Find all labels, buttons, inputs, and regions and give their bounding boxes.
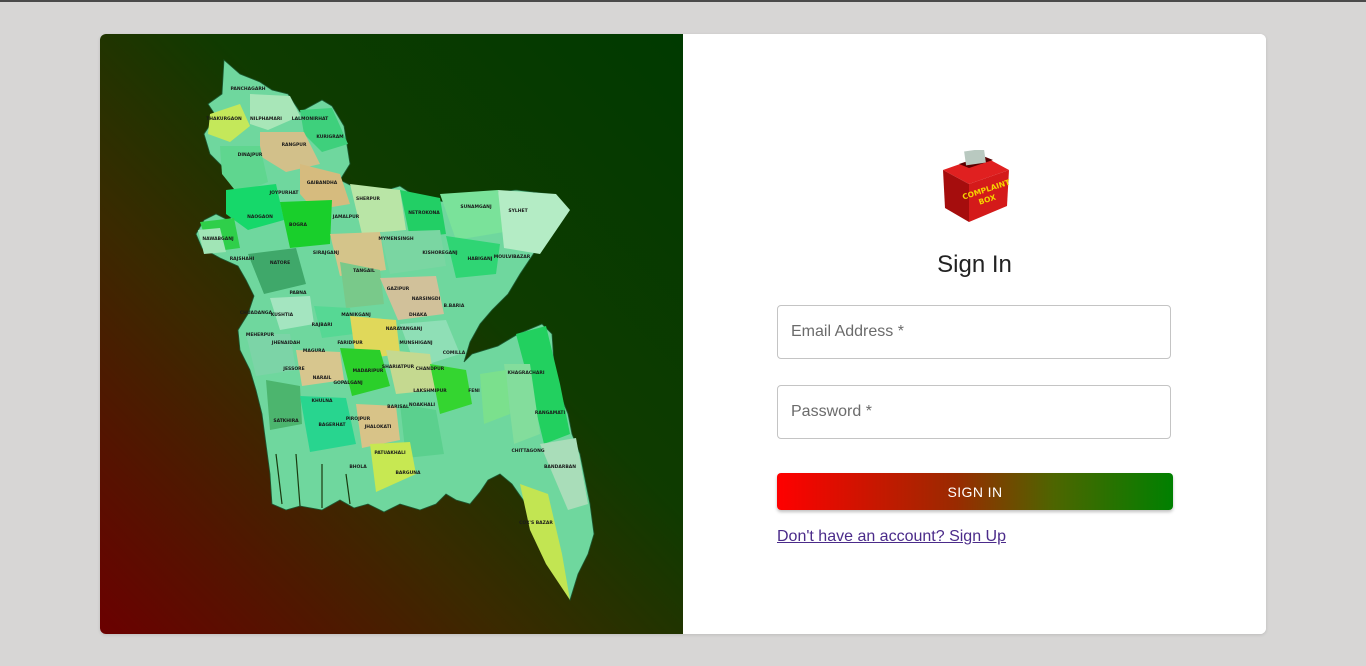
district-label: BHOLA [349,464,367,470]
district-label: NARAIL [313,375,332,381]
complaint-box-icon: COMPLAINT BOX [943,150,1012,222]
district-label: MUNSHIGANJ [399,340,433,346]
district-label: CHITTAGONG [511,448,544,454]
district-label: DHAKA [409,312,427,318]
district-label: RAJSHAHI [230,256,255,262]
district-label: MANIKGANJ [341,312,371,318]
district-label: HABIGANJ [468,256,493,262]
district-label: BOGRA [289,222,307,228]
district-label: SUNAMGANJ [460,204,492,210]
district-label: PABNA [289,290,307,296]
district-label: RANGAMATI [535,410,566,416]
district-label: CHUADANGA [240,310,273,316]
district-label: PATUAKHALI [374,450,406,456]
district-label: GOPALGANJ [333,380,363,386]
window-top-border [0,0,1366,2]
signin-button[interactable]: SIGN IN [777,473,1173,510]
map-panel: PANCHAGARH THAKURGAON NILPHAMARI LALMONIRHA… [100,34,683,634]
district-label: COX'S BAZAR [519,520,553,526]
password-field[interactable] [777,385,1171,439]
bangladesh-map: PANCHAGARH THAKURGAON NILPHAMARI LALMONIRHA… [195,59,595,602]
district-label: CHANDPUR [416,366,445,372]
page-title: Sign In [937,251,1012,278]
district-label: NATORE [270,260,290,266]
district-label: SYLHET [508,208,528,214]
district-label: NARSINGDI [412,296,441,302]
district-label: NARAYANGANJ [386,326,423,332]
signup-link[interactable]: Don't have an account? Sign Up [777,528,1006,546]
district-label: COMILLA [443,350,466,356]
district-label: RANGPUR [282,142,307,148]
district-label: BARISAL [387,404,409,410]
district-label: NAOGAON [247,214,273,220]
district-label: SIRAJGANJ [313,250,339,256]
signin-card: PANCHAGARH THAKURGAON NILPHAMARI LALMONIRHA… [100,34,1266,634]
district-label: BARGUNA [396,470,421,476]
district-label: TANGAIL [353,268,375,274]
district-label: KUSHTIA [271,312,294,318]
district-label: KURIGRAM [316,134,344,140]
district-label: RAJBARI [312,322,333,328]
district-label: MADARIPUR [353,368,384,374]
district-label: B.BARIA [444,303,465,309]
district-label: KHAGRACHARI [507,370,544,376]
district-label: SATKHIRA [273,418,299,424]
district-label: GAZIPUR [387,286,410,292]
district-label: PIROJPUR [346,416,371,422]
district-label: NILPHAMARI [250,116,282,122]
district-label: KISHOREGANJ [422,250,457,256]
district-label: MEHERPUR [246,332,275,338]
district-label: BANDARBAN [544,464,576,470]
district-label: LAKSHMIPUR [413,388,447,394]
password-input[interactable] [778,386,1170,438]
district-label: THAKURGAON [206,116,242,122]
district-label: JHENAIDAH [271,340,301,346]
district-label: FENI [468,388,480,394]
district-label: JHALOKATI [364,424,392,430]
district-label: LALMONIRHAT [292,116,329,122]
district-label: DINAJPUR [238,152,263,158]
district-label: JAMALPUR [332,214,360,220]
district-label: SHARIATPUR [382,364,415,370]
district-label: PANCHAGARH [230,86,265,92]
district-label: SHERPUR [356,196,380,202]
district-label: MAGURA [303,348,326,354]
email-input[interactable] [778,306,1170,358]
district-label: MYMENSINGH [378,236,413,242]
district-label: BAGERHAT [318,422,346,428]
signin-panel: COMPLAINT BOX Sign In SIGN IN Don't have… [683,34,1266,634]
district-label: JOYPURHAT [269,190,300,196]
district-label: NAWABGANJ [202,236,234,242]
district-label: JESSORE [282,366,304,372]
district-patch [498,190,570,254]
district-label: NOAKHALI [409,402,436,408]
district-label: FARIDPUR [337,340,363,346]
district-label: KHULNA [311,398,333,404]
district-label: GAIBANDHA [307,180,338,186]
email-field[interactable] [777,305,1171,359]
district-label: NETROKONA [408,210,440,216]
district-label: MOULVIBAZAR [494,254,531,260]
